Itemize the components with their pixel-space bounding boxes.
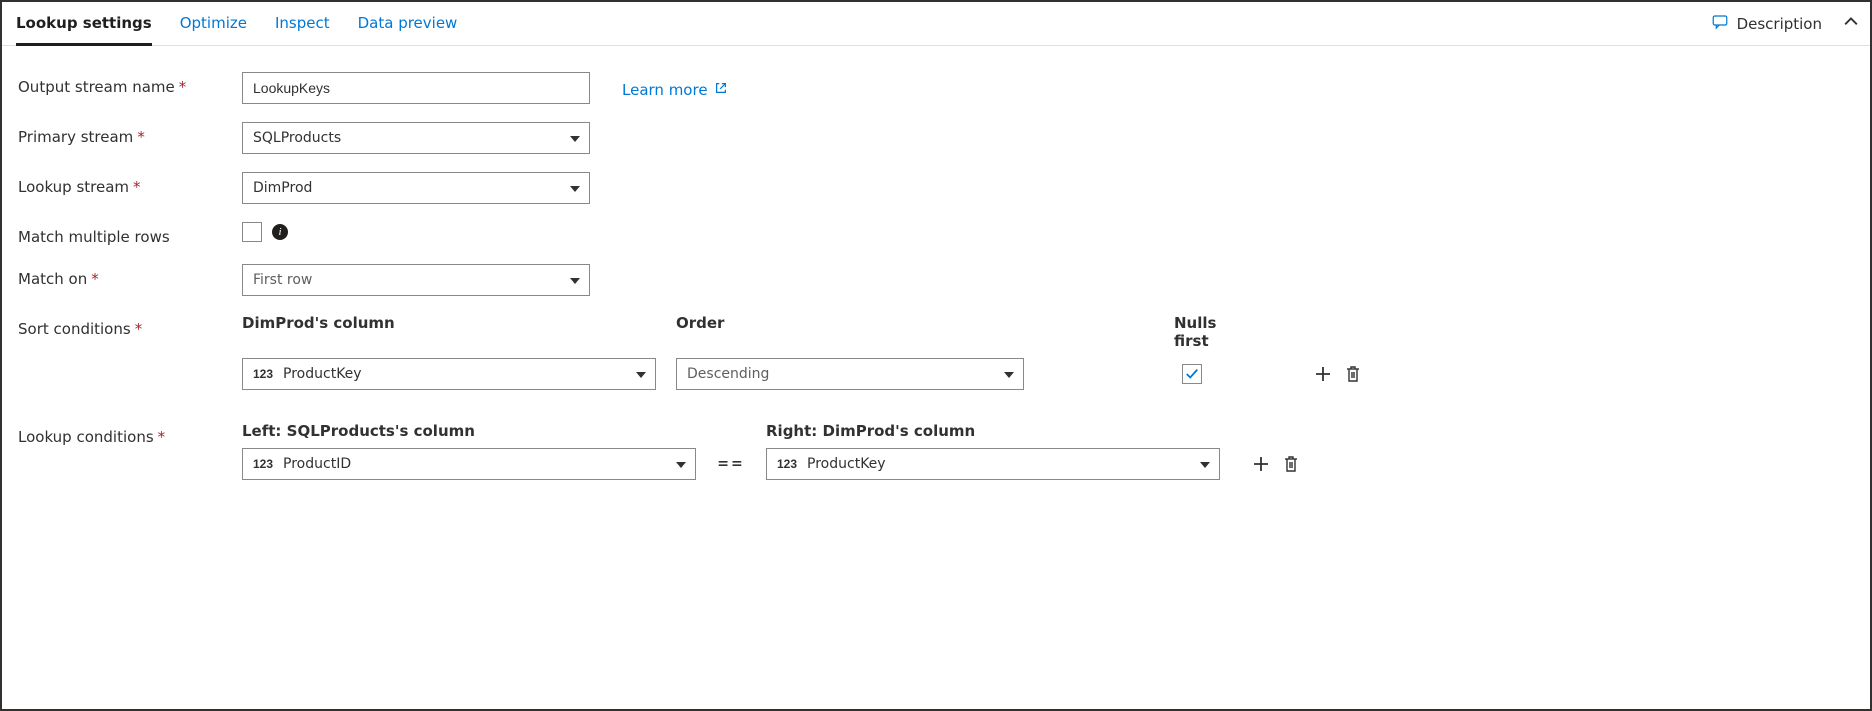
add-sort-row-button[interactable]	[1314, 365, 1332, 383]
lookup-row: 123 ProductID == 123 ProductKey	[242, 448, 1300, 480]
info-icon[interactable]: i	[272, 224, 288, 240]
equals-operator: ==	[716, 456, 746, 472]
label-match-on: Match on*	[18, 264, 230, 288]
sort-headers: DimProd's column Order Nulls first	[242, 314, 1362, 350]
sort-header-nulls: Nulls first	[1174, 314, 1254, 350]
sort-row: 123 ProductKey Descending	[242, 358, 1362, 390]
row-lookup-conditions: Lookup conditions* Left: SQLProducts's c…	[18, 422, 1854, 480]
label-primary-stream: Primary stream*	[18, 122, 230, 146]
learn-more-link[interactable]: Learn more	[622, 77, 728, 99]
tab-lookup-settings[interactable]: Lookup settings	[16, 2, 152, 46]
description-button[interactable]: Description	[1701, 13, 1832, 35]
comment-icon	[1711, 13, 1729, 35]
lookup-header-left: Left: SQLProducts's column	[242, 422, 696, 440]
collapse-button[interactable]	[1844, 15, 1858, 33]
row-sort-conditions: Sort conditions* DimProd's column Order …	[18, 314, 1854, 390]
row-output-stream-name: Output stream name* Learn more	[18, 72, 1854, 104]
lookup-headers: Left: SQLProducts's column Right: DimPro…	[242, 422, 1300, 440]
row-match-multiple-rows: Match multiple rows i	[18, 222, 1854, 246]
tab-bar: Lookup settings Optimize Inspect Data pr…	[2, 2, 1870, 46]
description-label: Description	[1737, 15, 1822, 33]
lookup-settings-panel: Lookup settings Optimize Inspect Data pr…	[0, 0, 1872, 711]
sort-header-order: Order	[676, 314, 1024, 350]
add-lookup-row-button[interactable]	[1252, 455, 1270, 473]
type-badge-number: 123	[777, 457, 797, 471]
sort-header-column: DimProd's column	[242, 314, 656, 350]
lookup-right-column-select[interactable]: 123 ProductKey	[766, 448, 1220, 480]
row-lookup-stream: Lookup stream* DimProd	[18, 172, 1854, 204]
primary-stream-select[interactable]: SQLProducts	[242, 122, 590, 154]
label-sort-conditions: Sort conditions*	[18, 314, 230, 338]
label-lookup-conditions: Lookup conditions*	[18, 422, 230, 446]
external-link-icon	[714, 81, 728, 99]
match-on-select[interactable]: First row	[242, 264, 590, 296]
type-badge-number: 123	[253, 457, 273, 471]
sort-column-select[interactable]: 123 ProductKey	[242, 358, 656, 390]
lookup-stream-select[interactable]: DimProd	[242, 172, 590, 204]
nulls-first-checkbox[interactable]	[1182, 364, 1202, 384]
type-badge-number: 123	[253, 367, 273, 381]
sort-order-select[interactable]: Descending	[676, 358, 1024, 390]
tab-optimize[interactable]: Optimize	[180, 2, 247, 46]
label-match-multiple-rows: Match multiple rows	[18, 222, 230, 246]
tab-data-preview[interactable]: Data preview	[358, 2, 458, 46]
lookup-header-right: Right: DimProd's column	[766, 422, 1220, 440]
form-area: Output stream name* Learn more	[2, 46, 1870, 496]
lookup-left-column-select[interactable]: 123 ProductID	[242, 448, 696, 480]
tab-inspect[interactable]: Inspect	[275, 2, 330, 46]
row-match-on: Match on* First row	[18, 264, 1854, 296]
tabs: Lookup settings Optimize Inspect Data pr…	[2, 2, 1701, 45]
delete-lookup-row-button[interactable]	[1282, 455, 1300, 473]
delete-sort-row-button[interactable]	[1344, 365, 1362, 383]
label-lookup-stream: Lookup stream*	[18, 172, 230, 196]
match-multiple-rows-checkbox[interactable]	[242, 222, 262, 242]
row-primary-stream: Primary stream* SQLProducts	[18, 122, 1854, 154]
required-marker: *	[179, 78, 187, 96]
output-stream-name-input[interactable]	[242, 72, 590, 104]
label-output-stream-name: Output stream name*	[18, 72, 230, 96]
